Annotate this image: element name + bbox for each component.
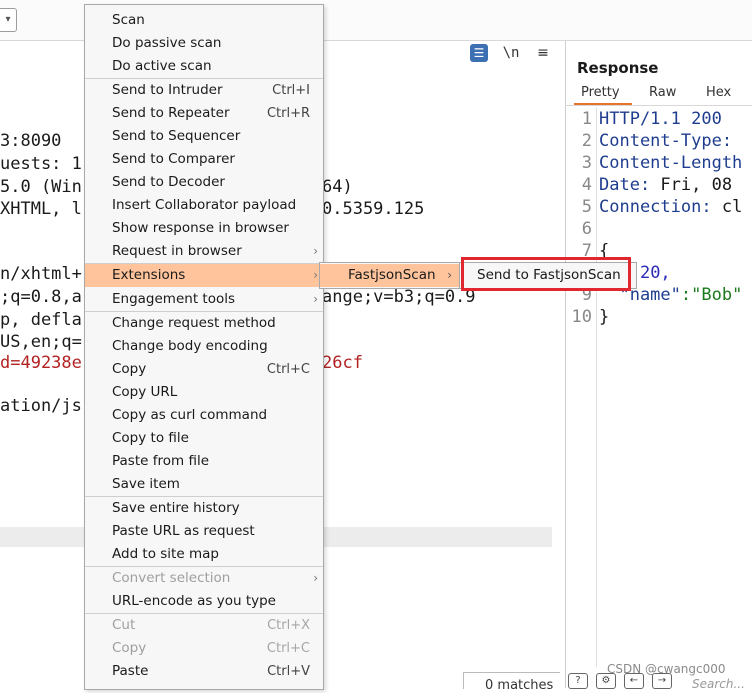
menu-item-url-encode-as-you-type[interactable]: URL-encode as you type	[85, 590, 323, 613]
chevron-down-icon[interactable]: ▾	[0, 8, 17, 32]
request-line: 5.0 (Win	[0, 177, 82, 197]
menu-item-cut[interactable]: Cut Ctrl+X	[85, 614, 323, 637]
tab-hex[interactable]: Hex	[706, 85, 731, 100]
menu-item-engagement-tools[interactable]: Engagement tools ›	[85, 288, 323, 311]
watermark: CSDN @cwangc000	[607, 662, 726, 676]
request-line: 3:8090	[0, 131, 62, 151]
menu-item-add-to-site-map[interactable]: Add to site map	[85, 543, 323, 566]
active-tab-indicator	[574, 103, 632, 105]
chevron-right-icon: ›	[313, 292, 318, 306]
menu-item-paste-from-file[interactable]: Paste from file	[85, 450, 323, 473]
menu-item-copy-url[interactable]: Copy URL	[85, 381, 323, 404]
request-line-fragment: 26cf	[322, 353, 363, 373]
menu-item-scan[interactable]: Scan	[85, 9, 323, 32]
response-title: Response	[577, 59, 659, 77]
line-number: 4	[581, 175, 592, 195]
menu-item-paste[interactable]: Paste Ctrl+V	[85, 660, 323, 683]
request-line: US,en;q=	[0, 332, 82, 352]
request-line: XHTML, l	[0, 199, 82, 219]
menu-item-save-item[interactable]: Save item	[85, 473, 323, 496]
menu-item-extensions[interactable]: Extensions ›	[85, 264, 323, 287]
line-number: 10	[571, 307, 592, 327]
request-line: ation/js	[0, 396, 82, 416]
line-number: 2	[581, 131, 592, 151]
chevron-right-icon: ›	[313, 268, 318, 282]
request-line-fragment: 64)	[322, 177, 353, 197]
menu-item-fastjsonscan[interactable]: FastjsonScan ›	[320, 264, 460, 287]
menu-item-insert-collaborator-payload[interactable]: Insert Collaborator payload	[85, 194, 323, 217]
menu-item-send-to-intruder[interactable]: Send to Intruder Ctrl+I	[85, 79, 323, 102]
cookie-value: d=49238e	[0, 353, 82, 373]
request-line: uests: 1	[0, 154, 82, 174]
menu-item-copy-to-file[interactable]: Copy to file	[85, 427, 323, 450]
response-pane: Response Pretty Raw Hex 1 2 3 4 5 6 7 8 …	[566, 41, 752, 688]
line-number-gutter: 1 2 3 4 5 6 7 8 9 10	[566, 107, 597, 667]
request-line: p, defla	[0, 310, 82, 330]
menu-item-copy-as-curl[interactable]: Copy as curl command	[85, 404, 323, 427]
line-number: 6	[581, 219, 592, 239]
menu-item-copy[interactable]: Copy Ctrl+C	[85, 358, 323, 381]
menu-item-convert-selection[interactable]: Convert selection ›	[85, 567, 323, 590]
response-line: }	[599, 307, 610, 327]
cookie-value-tail: 26cf	[322, 353, 363, 373]
line-number: 1	[581, 109, 592, 129]
request-line-fragment: 0.5359.125	[322, 199, 425, 219]
pretty-format-icon[interactable]: ☰	[470, 44, 488, 62]
response-line: HTTP/1.1 200	[599, 109, 722, 129]
request-editor-toolbar: ☰ \n ≡	[470, 42, 552, 64]
menu-item-send-to-comparer[interactable]: Send to Comparer	[85, 148, 323, 171]
menu-item-change-body-encoding[interactable]: Change body encoding	[85, 335, 323, 358]
response-line: Date: Fri, 08	[599, 175, 733, 195]
menu-item-send-to-repeater[interactable]: Send to Repeater Ctrl+R	[85, 102, 323, 125]
tab-pretty[interactable]: Pretty	[581, 85, 620, 100]
menu-icon[interactable]: ≡	[534, 45, 552, 61]
menu-item-active-scan[interactable]: Do active scan	[85, 55, 323, 78]
highlight-annotation-box	[461, 257, 631, 291]
request-line: n/xhtml+	[0, 264, 82, 284]
request-line: ;q=0.8,a	[0, 287, 82, 307]
context-menu: Scan Do passive scan Do active scan Send…	[84, 4, 324, 690]
menu-item-send-to-sequencer[interactable]: Send to Sequencer	[85, 125, 323, 148]
response-line: Content-Length	[599, 153, 743, 173]
search-input[interactable]: Search...	[692, 677, 745, 691]
newline-toggle-icon[interactable]: \n	[502, 45, 520, 61]
response-line: Connection: cl	[599, 197, 743, 217]
menu-item-paste-url-as-request[interactable]: Paste URL as request	[85, 520, 323, 543]
response-tabs: Pretty Raw Hex	[566, 85, 752, 106]
menu-item-passive-scan[interactable]: Do passive scan	[85, 32, 323, 55]
help-icon[interactable]: ?	[568, 673, 588, 689]
menu-item-save-entire-history[interactable]: Save entire history	[85, 497, 323, 520]
request-line: d=49238e	[0, 353, 82, 373]
menu-item-copy-disabled[interactable]: Copy Ctrl+C	[85, 637, 323, 660]
matches-count: 0 matches	[485, 678, 554, 693]
line-number: 5	[581, 197, 592, 217]
extensions-submenu: FastjsonScan ›	[319, 262, 461, 289]
request-line-fragment: ange;v=b3;q=0.9	[322, 287, 476, 307]
menu-item-send-to-decoder[interactable]: Send to Decoder	[85, 171, 323, 194]
menu-item-show-response-in-browser[interactable]: Show response in browser	[85, 217, 323, 240]
tab-raw[interactable]: Raw	[649, 85, 676, 100]
response-line: Content-Type:	[599, 131, 733, 151]
chevron-right-icon: ›	[313, 571, 318, 585]
chevron-right-icon: ›	[313, 244, 318, 258]
menu-item-change-request-method[interactable]: Change request method	[85, 312, 323, 335]
menu-item-request-in-browser[interactable]: Request in browser ›	[85, 240, 323, 263]
chevron-right-icon: ›	[447, 268, 452, 282]
line-number: 3	[581, 153, 592, 173]
